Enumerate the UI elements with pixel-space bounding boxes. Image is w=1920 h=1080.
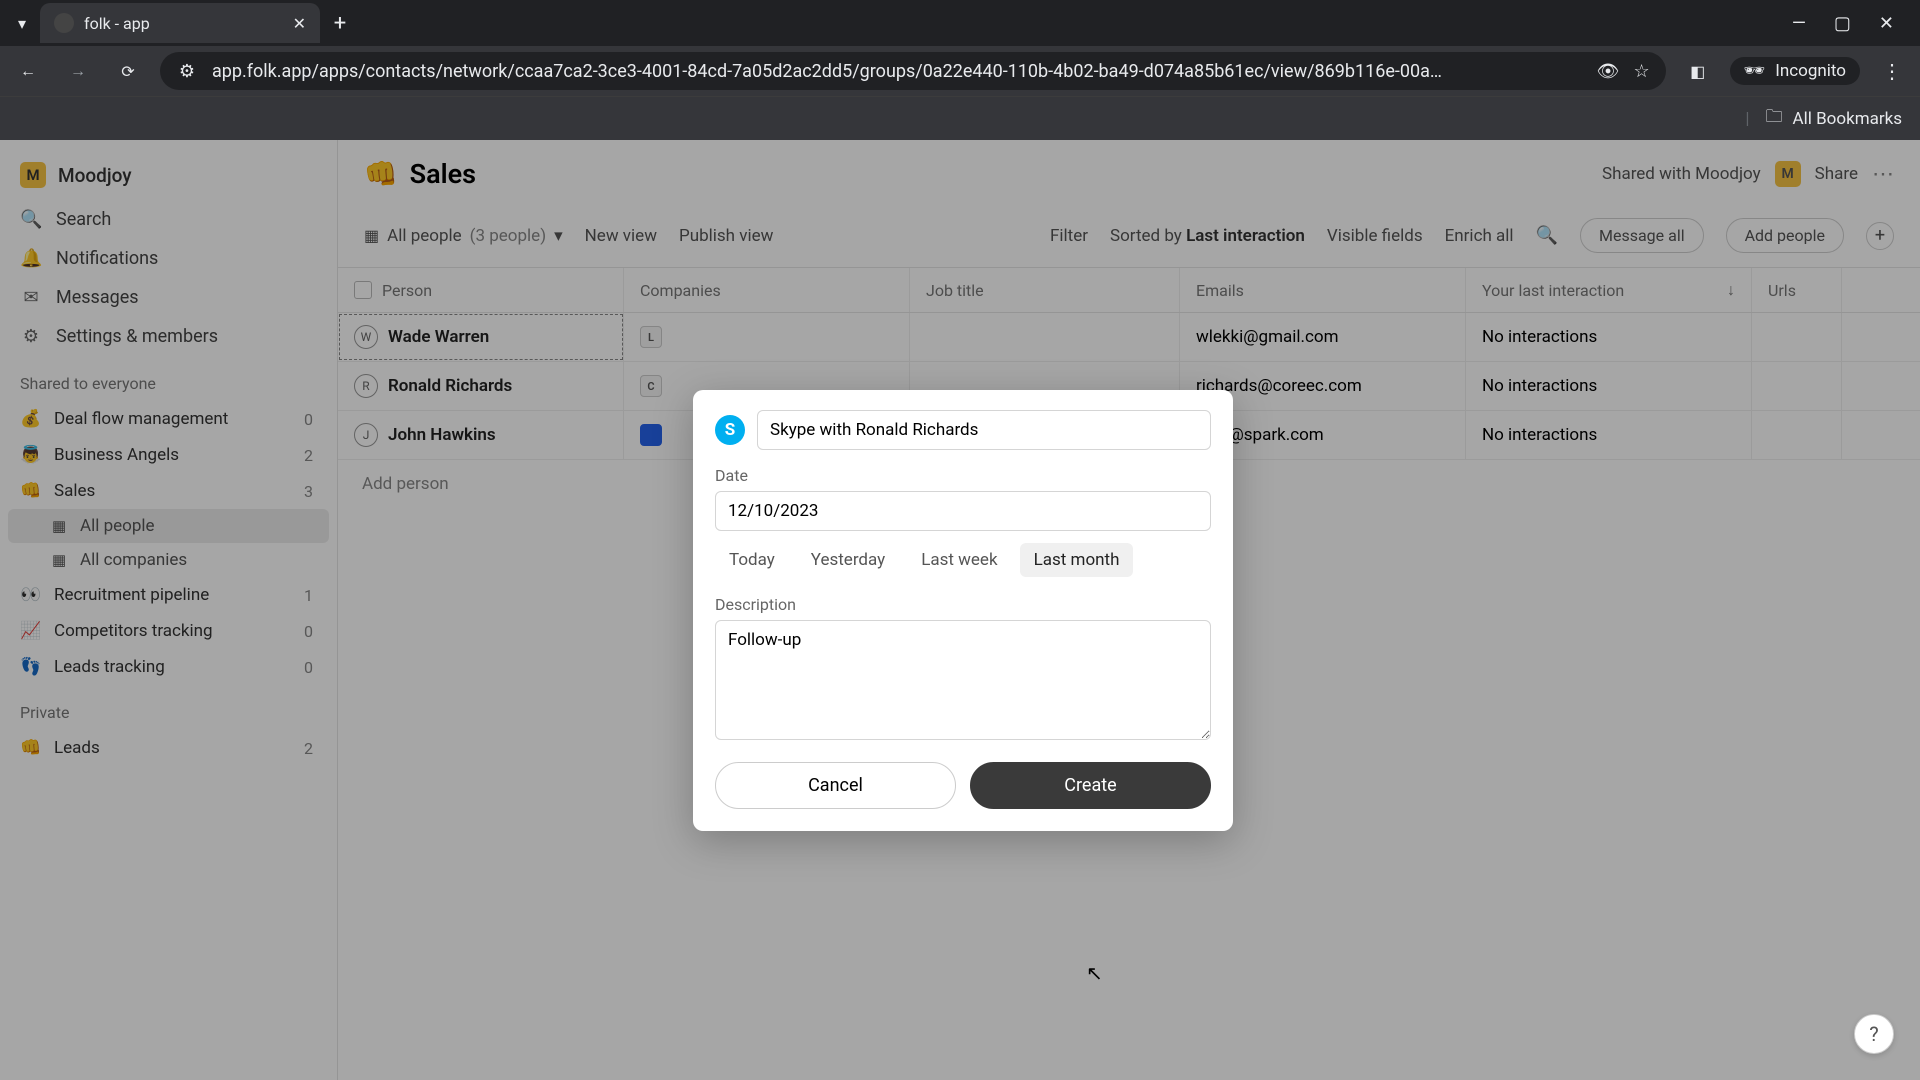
back-button[interactable]: ←: [10, 53, 46, 89]
close-tab-button[interactable]: ✕: [293, 14, 306, 33]
incognito-label: Incognito: [1775, 61, 1846, 81]
bookmarks-folder-icon: 🗀: [1766, 104, 1783, 133]
cancel-button[interactable]: Cancel: [715, 762, 956, 809]
tab-favicon-icon: [54, 13, 74, 33]
window-controls: — ▢ ✕: [1792, 13, 1912, 34]
nav-bar: ← → ⟳ ⚙ app.folk.app/apps/contacts/netwo…: [0, 46, 1920, 96]
description-label: Description: [715, 595, 1211, 614]
browser-chrome: ▾ folk - app ✕ + — ▢ ✕ ← → ⟳ ⚙ app.folk.…: [0, 0, 1920, 140]
site-settings-icon[interactable]: ⚙: [176, 60, 198, 82]
create-interaction-modal: S Date Today Yesterday Last week Last mo…: [693, 390, 1233, 831]
bookmarks-separator: |: [1745, 109, 1749, 129]
date-quick-picks: Today Yesterday Last week Last month: [715, 543, 1211, 577]
date-label: Date: [715, 466, 1211, 485]
browser-menu-button[interactable]: ⋮: [1874, 59, 1910, 83]
close-window-button[interactable]: ✕: [1879, 13, 1894, 34]
maximize-button[interactable]: ▢: [1834, 13, 1851, 34]
interaction-title-input[interactable]: [757, 410, 1211, 450]
bookmarks-bar: | 🗀 All Bookmarks: [0, 96, 1920, 140]
tab-bar: ▾ folk - app ✕ + — ▢ ✕: [0, 0, 1920, 46]
forward-button[interactable]: →: [60, 53, 96, 89]
date-quick-yesterday[interactable]: Yesterday: [797, 543, 899, 577]
skype-icon[interactable]: S: [715, 415, 745, 445]
incognito-icon: 🕶: [1744, 61, 1766, 81]
date-quick-today[interactable]: Today: [715, 543, 789, 577]
help-button[interactable]: ?: [1854, 1014, 1894, 1054]
mouse-cursor-icon: ↖: [1086, 961, 1103, 985]
url-actions: 👁 ☆: [1597, 61, 1650, 82]
date-quick-last-week[interactable]: Last week: [907, 543, 1011, 577]
help-icon: ?: [1869, 1022, 1878, 1046]
reload-button[interactable]: ⟳: [110, 53, 146, 89]
date-quick-last-month[interactable]: Last month: [1020, 543, 1134, 577]
date-input[interactable]: [715, 491, 1211, 531]
create-button[interactable]: Create: [970, 762, 1211, 809]
side-panel-icon[interactable]: ◧: [1680, 53, 1716, 89]
new-tab-button[interactable]: +: [324, 7, 356, 39]
url-bar[interactable]: ⚙ app.folk.app/apps/contacts/network/cca…: [160, 52, 1666, 90]
browser-tab[interactable]: folk - app ✕: [40, 3, 320, 43]
bookmark-star-icon[interactable]: ☆: [1634, 61, 1650, 82]
tracking-off-icon[interactable]: 👁: [1597, 61, 1620, 82]
tab-title: folk - app: [84, 14, 150, 33]
description-textarea[interactable]: [715, 620, 1211, 740]
all-bookmarks-button[interactable]: All Bookmarks: [1793, 109, 1902, 129]
minimize-button[interactable]: —: [1792, 13, 1806, 34]
tab-list-dropdown[interactable]: ▾: [8, 9, 36, 37]
incognito-badge[interactable]: 🕶 Incognito: [1730, 57, 1860, 85]
url-text: app.folk.app/apps/contacts/network/ccaa7…: [212, 61, 1573, 82]
